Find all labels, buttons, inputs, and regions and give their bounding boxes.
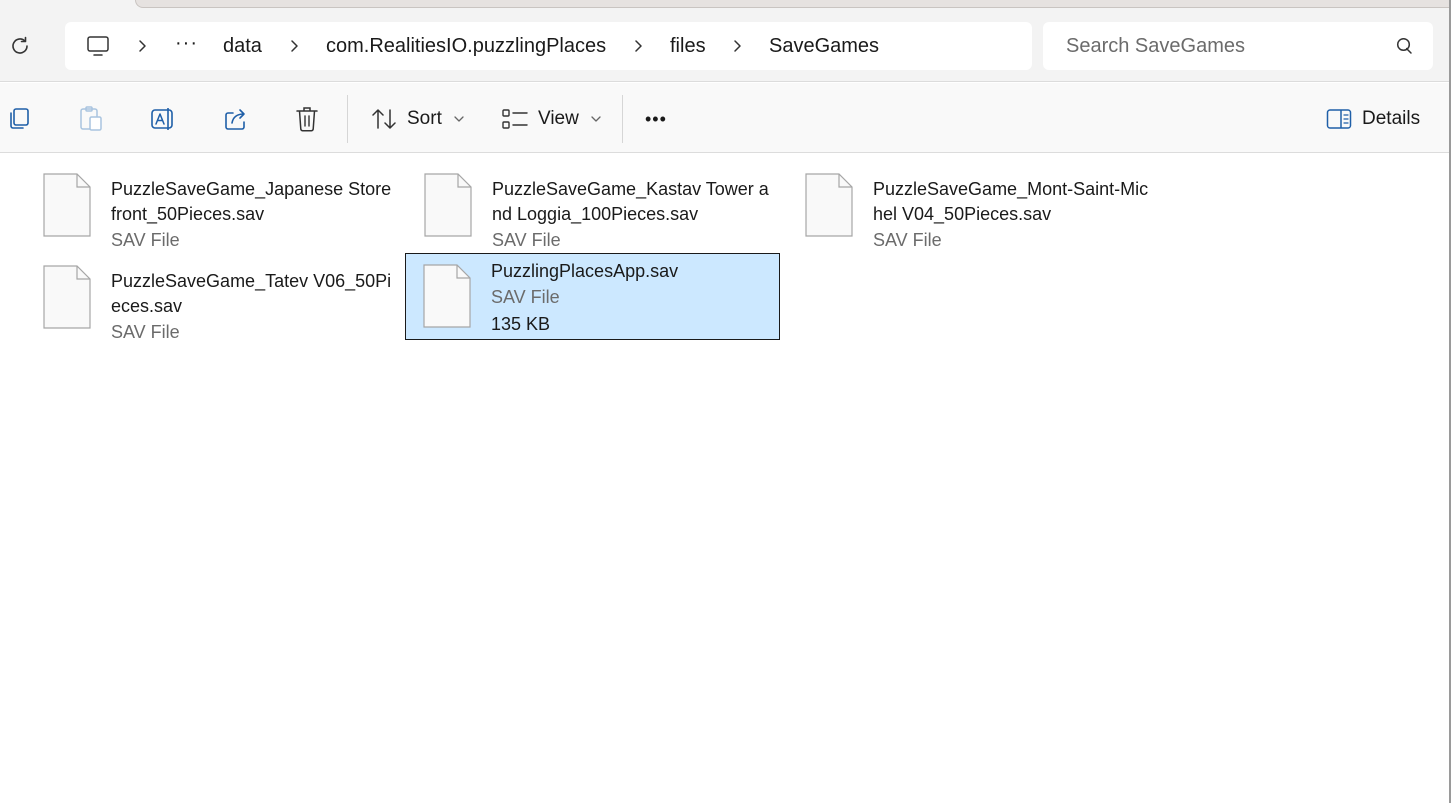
file-item[interactable]: PuzzleSaveGame_Kastav Tower and Loggia_1… [406,162,781,250]
active-tab-edge[interactable] [135,0,1449,8]
rename-button[interactable] [150,104,176,134]
breadcrumb-item-package[interactable]: com.RealitiesIO.puzzlingPlaces [326,35,606,58]
chevron-right-icon[interactable] [729,36,745,56]
file-explorer-window: ··· data com.RealitiesIO.puzzlingPlaces … [0,0,1451,803]
file-icon [805,173,853,237]
share-button[interactable] [223,104,249,134]
more-icon: ••• [645,108,667,129]
clipboard-icon [80,106,102,131]
chevron-right-icon[interactable] [286,36,302,56]
delete-button[interactable] [295,104,319,134]
search-input[interactable] [1043,22,1383,70]
trash-icon [296,107,318,132]
toolbar-divider [347,95,348,143]
rename-icon [151,108,173,130]
file-item[interactable]: PuzzleSaveGame_Mont-Saint-Michel V04_50P… [787,162,1162,250]
file-icon [43,173,91,237]
file-type: SAV File [111,322,180,342]
file-list: PuzzleSaveGame_Japanese Storefront_50Pie… [0,154,1449,803]
details-label: Details [1362,108,1421,129]
file-type: SAV File [492,230,561,250]
file-type: SAV File [873,230,942,250]
refresh-icon [12,36,28,54]
this-pc-button[interactable] [85,34,111,58]
file-name: PuzzleSaveGame_Kastav Tower and Loggia_1… [492,179,769,224]
breadcrumb[interactable]: ··· data com.RealitiesIO.puzzlingPlaces … [65,22,1032,70]
file-icon [43,265,91,329]
chevron-down-icon [591,116,601,122]
chevron-right-icon[interactable] [630,36,646,56]
breadcrumb-item-data[interactable]: data [223,35,262,58]
file-name: PuzzleSaveGame_Tatev V06_50Pieces.sav [111,271,392,316]
refresh-button[interactable] [6,32,34,60]
breadcrumb-item-files[interactable]: files [670,35,706,58]
file-name: PuzzlingPlacesApp.sav [491,261,679,281]
breadcrumb-overflow-button[interactable]: ··· [175,32,198,55]
search-icon[interactable] [1395,36,1415,56]
file-name: PuzzleSaveGame_Mont-Saint-Michel V04_50P… [873,179,1149,224]
file-type: SAV File [491,287,560,307]
command-bar: Sort View ••• Details [0,83,1449,153]
toolbar-divider [622,95,623,143]
file-item-selected[interactable]: PuzzlingPlacesApp.sav SAV File 135 KB [405,253,780,340]
view-label: View [538,108,579,129]
paste-button[interactable] [78,104,104,134]
copy-icon [10,108,29,129]
share-icon [225,109,245,130]
view-button[interactable]: View [502,104,601,134]
file-icon [423,264,471,328]
more-options-button[interactable]: ••• [645,104,667,134]
chevron-right-icon[interactable] [134,36,150,56]
file-type: SAV File [111,230,180,250]
file-icon [424,173,472,237]
file-item[interactable]: PuzzleSaveGame_Tatev V06_50Pieces.sav SA… [25,254,400,342]
monitor-icon [87,36,109,56]
file-name: PuzzleSaveGame_Japanese Storefront_50Pie… [111,179,392,224]
address-row: ··· data com.RealitiesIO.puzzlingPlaces … [0,10,1449,82]
file-size: 135 KB [491,314,551,334]
details-pane-button[interactable]: Details [1326,104,1420,134]
list-view-icon [502,109,528,129]
copy-button[interactable] [7,104,31,134]
sort-icon [372,109,396,129]
search-box[interactable] [1043,22,1433,70]
tab-strip [0,0,1449,10]
breadcrumb-item-savegames[interactable]: SaveGames [769,35,879,58]
details-pane-icon [1326,109,1352,129]
file-item[interactable]: PuzzleSaveGame_Japanese Storefront_50Pie… [25,162,400,250]
sort-label: Sort [407,108,442,129]
chevron-down-icon [454,116,464,122]
sort-button[interactable]: Sort [371,104,464,134]
